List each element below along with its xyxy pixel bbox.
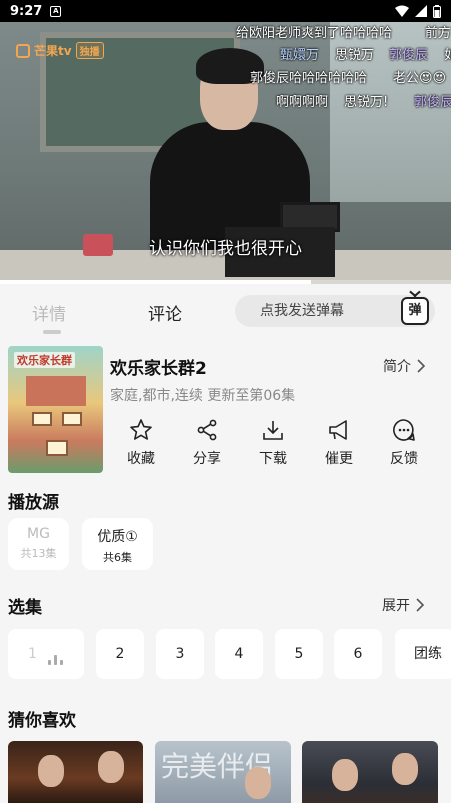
feedback-icon	[393, 419, 415, 441]
megaphone-icon	[329, 420, 347, 440]
action-label: 下载	[259, 451, 287, 467]
status-bar: 9:27 A	[0, 0, 451, 22]
episode-number: 1	[28, 646, 37, 662]
playing-bars-icon	[48, 655, 68, 665]
video-player[interactable]: 芒果tv 独播 给欧阳老师爽到了哈哈哈哈 前方 甄嬛万 思锐万 郭俊辰 如 郭俊…	[0, 22, 451, 284]
status-time: 9:27	[10, 3, 43, 19]
battery-icon	[433, 4, 441, 18]
danmaku-item: 思锐万	[335, 48, 375, 63]
poster-face	[38, 755, 64, 787]
recommend-card[interactable]	[8, 741, 143, 803]
show-title: 欢乐家长群2	[110, 359, 207, 379]
tab-details[interactable]: 详情	[32, 300, 66, 325]
poster-window	[32, 412, 52, 426]
source-name: 优质①	[97, 529, 138, 545]
episode-group-item[interactable]: 团练	[395, 629, 451, 679]
recommend-title: 猜你喜欢	[8, 711, 76, 731]
danmaku-item: 前方	[425, 26, 451, 41]
danmaku-item: 郭俊辰哈哈哈哈哈哈	[250, 71, 368, 86]
poster-face	[245, 767, 271, 799]
download-button[interactable]: 下载	[248, 418, 298, 468]
notification-icon: A	[50, 5, 62, 17]
episode-item[interactable]: 2	[96, 629, 144, 679]
feedback-button[interactable]: 反馈	[379, 418, 429, 468]
poster-face	[98, 751, 124, 783]
episode-item[interactable]: 3	[156, 629, 204, 679]
logo-text: 芒果tv	[34, 44, 72, 58]
recommend-card[interactable]: 完美伴侣	[155, 741, 291, 803]
show-meta: 家庭,都市,连续 更新至第06集	[110, 388, 296, 404]
action-label: 催更	[325, 451, 353, 467]
source-name: MG	[27, 526, 50, 542]
show-poster[interactable]: 欢乐家长群	[8, 346, 103, 473]
channel-logo: 芒果tv 独播	[16, 42, 104, 59]
share-icon	[197, 419, 217, 441]
urge-update-button[interactable]: 催更	[314, 418, 364, 468]
source-card-mg[interactable]: MG 共13集	[8, 518, 69, 570]
danmaku-item: 如	[444, 48, 451, 63]
episode-item[interactable]: 5	[275, 629, 323, 679]
danmaku-item: 郭俊辰	[389, 48, 429, 63]
danmaku-item: 郭俊辰	[414, 95, 451, 110]
intro-link[interactable]: 简介	[383, 356, 425, 376]
episode-item[interactable]: 6	[334, 629, 382, 679]
poster-roof	[26, 376, 86, 406]
show-info: 欢乐家长群 欢乐家长群2 家庭,都市,连续 更新至第06集 简介 收藏 分享 下…	[0, 338, 451, 478]
tab-comments[interactable]: 评论	[148, 300, 182, 325]
episode-item-playing[interactable]: 1	[8, 629, 84, 679]
poster-window	[62, 412, 82, 426]
star-icon	[130, 419, 152, 440]
wifi-icon	[395, 5, 409, 17]
exclusive-badge: 独播	[75, 42, 104, 59]
sources-title: 播放源	[8, 493, 59, 513]
danmaku-item: 啊啊啊啊	[276, 95, 329, 110]
action-bar: 收藏 分享 下载 催更 反馈	[108, 418, 448, 474]
action-label: 分享	[193, 451, 221, 467]
signal-icon	[415, 5, 427, 17]
action-label: 收藏	[127, 451, 155, 467]
chevron-right-icon	[417, 359, 425, 373]
detail-tabs: 详情 评论 点我发送弹幕 弹	[0, 284, 451, 338]
poster-window	[46, 440, 68, 456]
poster-face	[392, 753, 418, 785]
source-count: 共6集	[103, 551, 132, 564]
episodes-title: 选集	[8, 598, 42, 618]
episode-item[interactable]: 4	[215, 629, 263, 679]
episodes-expand-button[interactable]: 展开	[382, 595, 424, 615]
poster-title: 欢乐家长群	[14, 352, 75, 368]
favorite-button[interactable]: 收藏	[116, 418, 166, 468]
tab-indicator	[43, 330, 61, 334]
danmaku-item: 给欧阳老师爽到了哈哈哈哈	[236, 26, 393, 41]
share-button[interactable]: 分享	[182, 418, 232, 468]
expand-label: 展开	[382, 598, 410, 614]
danmu-toggle-button[interactable]: 弹	[401, 297, 429, 325]
mango-logo-icon	[16, 43, 30, 58]
poster-face	[332, 759, 358, 791]
video-subtitle: 认识你们我也很开心	[149, 239, 302, 259]
danmaku-item: 老公😍😍	[393, 71, 447, 86]
source-count: 共13集	[20, 547, 57, 560]
source-card-hq[interactable]: 优质① 共6集	[82, 518, 153, 570]
danmaku-item: 思锐万!	[344, 95, 389, 110]
recommend-card[interactable]	[302, 741, 438, 803]
action-label: 反馈	[390, 451, 418, 467]
chevron-right-icon	[416, 598, 424, 612]
download-icon	[263, 421, 283, 440]
intro-link-label: 简介	[383, 359, 411, 375]
danmaku-item: 甄嬛万	[280, 48, 320, 63]
